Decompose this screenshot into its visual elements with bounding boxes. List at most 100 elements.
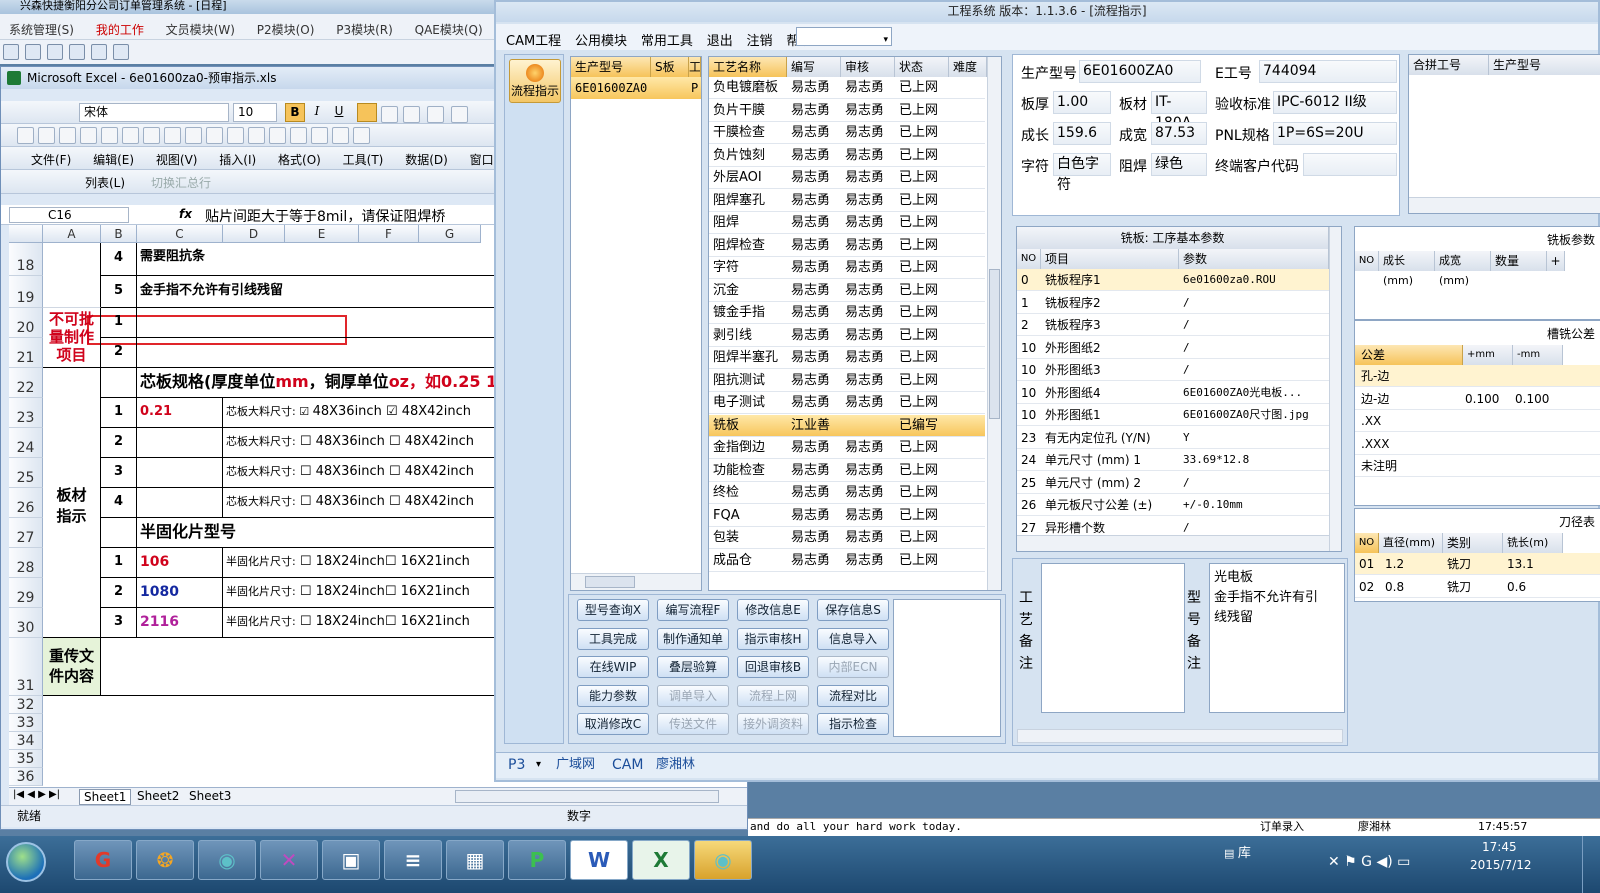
- open-icon[interactable]: [38, 127, 55, 144]
- toggle-total-row-button[interactable]: 切换汇总行: [151, 174, 211, 191]
- status-p3[interactable]: P3: [508, 753, 525, 777]
- header-type[interactable]: 类别: [1443, 533, 1503, 553]
- header-reviewer[interactable]: 审核: [841, 57, 895, 77]
- header-no[interactable]: NO: [1017, 249, 1041, 269]
- param-row[interactable]: 25 单元尺寸 (mm) 2 /: [1017, 472, 1329, 494]
- cell-d23[interactable]: 芯板大料尺寸: ☑ 48X36inch ☑ 48X42inch: [223, 398, 509, 428]
- cell-d29[interactable]: 半固化片尺寸: ☐ 18X24inch☐ 16X21inch: [223, 578, 509, 608]
- col-header-b[interactable]: B: [101, 225, 137, 243]
- action-button[interactable]: 接外调资料: [737, 713, 809, 735]
- cell-c23-thickness[interactable]: 0.21: [137, 398, 223, 428]
- model-remark-input[interactable]: 光电板 金手指不允许有引线残留: [1209, 563, 1345, 713]
- menu-cam-project[interactable]: CAM工程: [496, 24, 561, 49]
- save-icon[interactable]: [59, 127, 76, 144]
- process-row[interactable]: 阻焊检查 易志勇 易志勇 已上网: [709, 235, 985, 257]
- header-param[interactable]: 参数: [1179, 249, 1329, 269]
- field-customer-code[interactable]: [1303, 153, 1397, 176]
- menu-logout[interactable]: 注销: [737, 24, 773, 49]
- header-model[interactable]: 生产型号: [571, 57, 651, 77]
- process-row[interactable]: FQA 易志勇 易志勇 已上网: [709, 505, 985, 527]
- menu-qae[interactable]: QAE模块(Q): [406, 14, 492, 38]
- email-icon[interactable]: [101, 127, 118, 144]
- row-header[interactable]: 19: [9, 276, 43, 308]
- cell-c18[interactable]: 需要阻抗条: [137, 243, 509, 276]
- process-row[interactable]: 成品仓 易志勇 易志勇 已上网: [709, 550, 985, 572]
- action-button[interactable]: 编写流程F: [657, 599, 729, 621]
- field-pnl[interactable]: 1P=6S=20U: [1273, 122, 1397, 145]
- spelling-icon[interactable]: [164, 127, 181, 144]
- cell-b26[interactable]: 4: [101, 488, 137, 518]
- col-header-f[interactable]: F: [359, 225, 419, 243]
- header-minus[interactable]: -mm: [1513, 345, 1563, 365]
- param-row[interactable]: 10 外形图纸4 6E01600ZA0光电板...: [1017, 382, 1329, 404]
- action-button[interactable]: 型号查询X: [577, 599, 649, 621]
- menu-clerk[interactable]: 文员模块(W): [157, 14, 244, 38]
- cell-c30-pp-type[interactable]: 2116: [137, 608, 223, 638]
- header-merge-model[interactable]: 生产型号: [1489, 55, 1600, 75]
- row-header[interactable]: 22: [9, 368, 43, 398]
- word-icon[interactable]: W: [570, 840, 628, 880]
- cell-c28-pp-type[interactable]: 106: [137, 548, 223, 578]
- new-icon[interactable]: [17, 127, 34, 144]
- process-row[interactable]: 终检 易志勇 易志勇 已上网: [709, 482, 985, 504]
- cell-a18[interactable]: [43, 243, 101, 308]
- action-button[interactable]: 指示检查: [817, 713, 889, 735]
- cell-c20[interactable]: [137, 308, 509, 338]
- cell-c26[interactable]: [137, 488, 223, 518]
- header-process-name[interactable]: 工艺名称: [709, 57, 787, 77]
- print-icon[interactable]: [122, 127, 139, 144]
- row-header[interactable]: 27: [9, 518, 43, 548]
- header-difficulty[interactable]: 难度: [949, 57, 987, 77]
- header-no[interactable]: NO: [1355, 251, 1379, 271]
- cell-d24[interactable]: 芯板大料尺寸: ☐ 48X36inch ☐ 48X42inch: [223, 428, 509, 458]
- field-thickness[interactable]: 1.00: [1053, 91, 1111, 114]
- cell-c24[interactable]: [137, 428, 223, 458]
- row-header[interactable]: 35: [9, 750, 43, 768]
- select-all-corner[interactable]: [9, 225, 43, 243]
- tolerance-row[interactable]: .XX: [1355, 410, 1600, 432]
- col-header-e[interactable]: E: [285, 225, 359, 243]
- clock-date[interactable]: 2015/7/12: [1470, 858, 1532, 872]
- header-length[interactable]: 成长(mm): [1379, 251, 1435, 287]
- format-painter-icon[interactable]: [269, 127, 286, 144]
- menu-exit[interactable]: 退出: [697, 24, 733, 49]
- process-row[interactable]: 包装 易志勇 易志勇 已上网: [709, 527, 985, 549]
- header-s-board[interactable]: S板: [651, 57, 689, 77]
- action-button[interactable]: 叠层验算: [657, 656, 729, 678]
- cell-b27[interactable]: [101, 518, 137, 548]
- process-row[interactable]: 镀金手指 易志勇 易志勇 已上网: [709, 302, 985, 324]
- row-header[interactable]: 18: [9, 243, 43, 276]
- horizontal-scrollbar[interactable]: [1017, 535, 1329, 551]
- header-qty[interactable]: 数量: [1491, 251, 1547, 271]
- list-dropdown[interactable]: 列表(L): [85, 174, 125, 191]
- font-name-select[interactable]: 宋体: [79, 103, 229, 122]
- taskbar-app-chameleon[interactable]: ◉: [198, 840, 256, 880]
- menu-my-work[interactable]: 我的工作: [87, 14, 153, 38]
- autosum-icon[interactable]: [353, 127, 370, 144]
- header-item[interactable]: 项目: [1041, 249, 1179, 269]
- formula-input[interactable]: 贴片间距大于等于8mil，请保证阻焊桥: [205, 206, 445, 226]
- copy-icon[interactable]: [227, 127, 244, 144]
- tolerance-row[interactable]: .XXX: [1355, 433, 1600, 455]
- action-button[interactable]: 能力参数: [577, 684, 649, 707]
- cell-a-board-instruction[interactable]: 板材指示: [43, 368, 101, 638]
- row-header[interactable]: 31: [9, 638, 43, 696]
- preview-icon[interactable]: [143, 127, 160, 144]
- underline-button[interactable]: U: [329, 103, 349, 122]
- cell-c19[interactable]: 金手指不允许有引线残留: [137, 276, 509, 308]
- action-button[interactable]: 流程上网: [737, 684, 809, 707]
- cell-b25[interactable]: 3: [101, 458, 137, 488]
- cell-c27-pp-title[interactable]: 半固化片型号: [137, 518, 509, 548]
- ime-indicator[interactable]: ▤ 库: [1224, 842, 1251, 861]
- tolerance-row[interactable]: 孔-边: [1355, 365, 1600, 387]
- action-button[interactable]: 修改信息E: [737, 599, 809, 621]
- process-row[interactable]: 阻焊塞孔 易志勇 易志勇 已上网: [709, 190, 985, 212]
- col-header-g[interactable]: G: [419, 225, 481, 243]
- currency-button[interactable]: [449, 103, 470, 126]
- taskbar-app-cam-active[interactable]: ◉: [694, 840, 752, 880]
- research-icon[interactable]: [185, 127, 202, 144]
- merge-cells-button[interactable]: [425, 103, 446, 126]
- cell-a20-no-batch[interactable]: 不可批量制作项目: [43, 308, 101, 368]
- menu-p2[interactable]: P2模块(O): [248, 14, 324, 38]
- action-button[interactable]: 制作通知单: [657, 627, 729, 650]
